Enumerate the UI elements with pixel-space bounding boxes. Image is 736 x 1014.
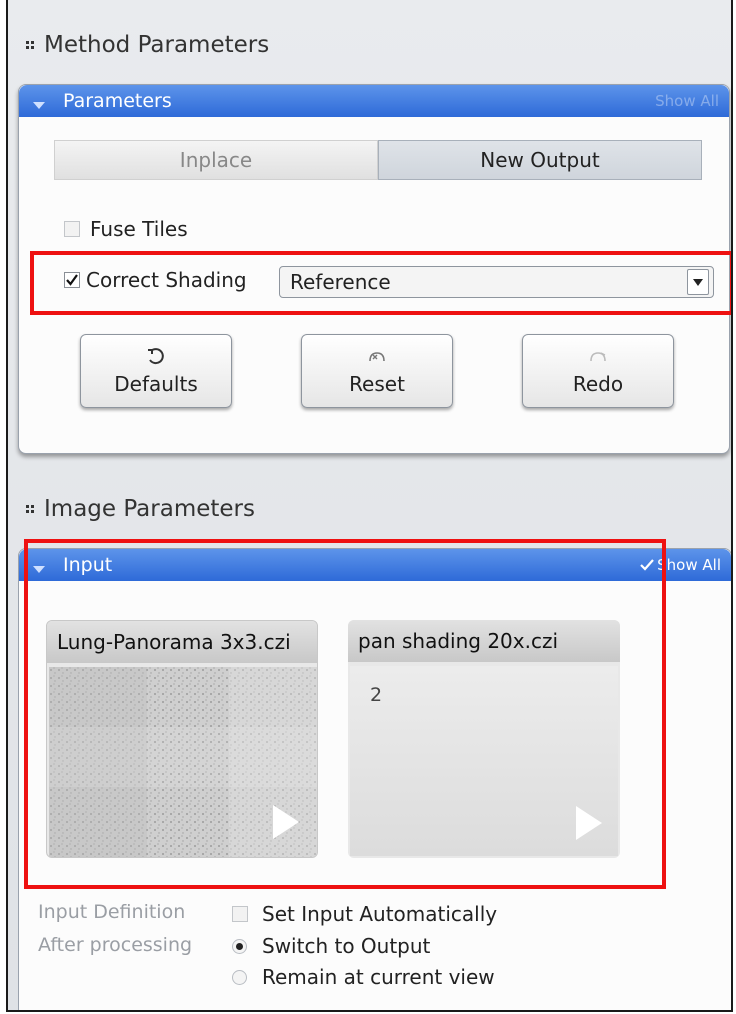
redo-label: Redo [572,372,624,396]
output-mode-tabs: Inplace New Output [54,140,702,180]
tab-new-output-label: New Output [480,148,600,172]
redo-icon [588,346,608,368]
highlight-box-input [24,539,666,889]
parameters-show-all-label: Show All [655,92,719,110]
undo-icon [146,346,166,368]
remain-current-label: Remain at current view [262,965,495,989]
method-parameters-title: Method Parameters [44,32,270,58]
after-processing-label: After processing [38,934,193,956]
switch-to-output-radio[interactable] [232,938,247,954]
tab-new-output[interactable]: New Output [378,140,702,180]
collapse-icon[interactable] [33,101,45,109]
fuse-tiles-label: Fuse Tiles [90,217,188,241]
fuse-tiles-checkbox[interactable] [64,221,80,237]
grip-icon [26,505,34,513]
fuse-tiles-row: Fuse Tiles [64,217,188,241]
parameters-panel-header[interactable]: Parameters Show All [19,85,729,117]
highlight-box-shading [30,251,731,315]
image-parameters-title: Image Parameters [44,496,255,522]
show-all-label: Show All [657,556,721,574]
switch-to-output-label: Switch to Output [262,934,431,958]
grip-icon [26,41,34,49]
switch-to-output-row: Switch to Output [232,934,430,958]
tab-inplace[interactable]: Inplace [54,140,378,180]
reset-button[interactable]: Reset [301,334,453,408]
parameters-show-all[interactable]: Show All [655,92,719,110]
input-definition-label: Input Definition [38,901,186,923]
parameters-panel-title: Parameters [63,90,172,112]
remain-current-row: Remain at current view [232,965,495,989]
image-parameters-header[interactable]: Image Parameters [26,496,255,522]
remain-current-radio[interactable] [232,969,247,985]
redo-button[interactable]: Redo [522,334,674,408]
reset-icon [367,346,387,368]
window-frame: Method Parameters Parameters Show All In… [6,0,733,1012]
defaults-label: Defaults [114,372,198,396]
set-input-auto-label: Set Input Automatically [262,902,498,926]
set-input-auto-checkbox[interactable] [232,906,248,922]
tab-inplace-label: Inplace [179,148,253,172]
defaults-button[interactable]: Defaults [80,334,232,408]
reset-label: Reset [349,372,405,396]
set-input-auto-row: Set Input Automatically [232,902,497,926]
method-parameters-header[interactable]: Method Parameters [26,32,269,58]
